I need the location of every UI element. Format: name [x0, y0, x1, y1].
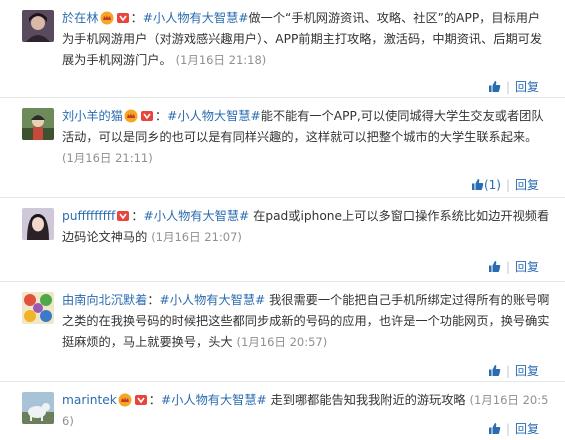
- vip-crown-icon[interactable]: [118, 393, 132, 407]
- comment-actions: (1) | 回复: [471, 176, 539, 193]
- comment-actions: | 回复: [488, 78, 539, 95]
- timestamp: (1月16日 21:07): [151, 230, 242, 244]
- thumbs-up-icon[interactable]: [471, 178, 484, 191]
- topic-link[interactable]: #小人物有大智慧#: [143, 11, 249, 25]
- thumbs-up-icon[interactable]: [488, 260, 501, 273]
- comment-actions: | 回复: [488, 258, 539, 275]
- avatar[interactable]: [22, 208, 54, 240]
- comment-feed: 於在林 ：#小人物有大智慧#做一个“手机网游资讯、攻略、社区”的APP，目标用户为…: [0, 0, 565, 440]
- member-badge-icon[interactable]: [134, 393, 148, 407]
- divider: |: [505, 260, 510, 274]
- reply-button[interactable]: 回复: [515, 364, 539, 378]
- topic-link[interactable]: #小人物有大智慧#: [160, 293, 266, 307]
- topic-link[interactable]: #小人物有大智慧#: [144, 209, 250, 223]
- reply-button[interactable]: 回复: [515, 178, 539, 192]
- timestamp: (1月16日 21:11): [62, 151, 153, 165]
- comment-actions: | 回复: [488, 362, 539, 379]
- comment-item: 於在林 ：#小人物有大智慧#做一个“手机网游资讯、攻略、社区”的APP，目标用户为…: [0, 0, 565, 98]
- avatar[interactable]: [22, 392, 54, 424]
- member-badge-icon[interactable]: [116, 209, 130, 223]
- comment-item: 刘小羊的猫 ：#小人物大智慧#能不能有一个APP,可以使同城得大学生交友或者团队活…: [0, 98, 565, 198]
- topic-link[interactable]: #小人物大智慧#: [167, 109, 261, 123]
- reply-button[interactable]: 回复: [515, 260, 539, 274]
- divider: |: [505, 422, 510, 436]
- avatar[interactable]: [22, 10, 54, 42]
- username[interactable]: 刘小羊的猫: [62, 109, 123, 123]
- member-badge-icon[interactable]: [116, 11, 130, 25]
- comment-text: 在pad或iphone上可以多窗口操作系统比如边开视频看边码论文神马的: [62, 209, 550, 244]
- member-badge-icon[interactable]: [140, 109, 154, 123]
- divider: |: [505, 178, 510, 192]
- avatar[interactable]: [22, 108, 54, 140]
- comment-item: marintek ：#小人物有大智慧# 走到哪都能告知我我附近的游玩攻略 (1月1…: [0, 382, 565, 440]
- username[interactable]: pufffffffff: [62, 209, 115, 223]
- topic-link[interactable]: #小人物有大智慧#: [161, 393, 267, 407]
- thumbs-up-icon[interactable]: [488, 422, 501, 435]
- timestamp: (1月16日 20:57): [236, 335, 328, 349]
- comment-item: pufffffffff ：#小人物有大智慧# 在pad或iphone上可以多窗口操…: [0, 198, 565, 282]
- username[interactable]: 於在林: [62, 11, 99, 25]
- thumbs-up-icon[interactable]: [488, 364, 501, 377]
- username[interactable]: marintek: [62, 393, 117, 407]
- thumbs-up-icon[interactable]: [488, 80, 501, 93]
- reply-button[interactable]: 回复: [515, 422, 539, 436]
- reply-button[interactable]: 回复: [515, 80, 539, 94]
- avatar[interactable]: [22, 292, 54, 324]
- username[interactable]: 由南向北沉默着: [62, 293, 147, 307]
- like-count[interactable]: (1): [484, 178, 501, 192]
- comment-item: 由南向北沉默着：#小人物有大智慧# 我很需要一个能把自己手机所绑定过得所有的账号…: [0, 282, 565, 382]
- vip-crown-icon[interactable]: [100, 11, 114, 25]
- timestamp: (1月16日 21:18): [175, 53, 267, 67]
- vip-crown-icon[interactable]: [124, 109, 138, 123]
- comment-text: 走到哪都能告知我我附近的游玩攻略: [266, 393, 466, 407]
- comment-text: 做一个“手机网游资讯、攻略、社区”的APP，目标用户为手机网游用户（对游戏感兴趣…: [62, 11, 543, 67]
- comment-actions: | 回复: [488, 420, 539, 437]
- divider: |: [505, 80, 510, 94]
- divider: |: [505, 364, 510, 378]
